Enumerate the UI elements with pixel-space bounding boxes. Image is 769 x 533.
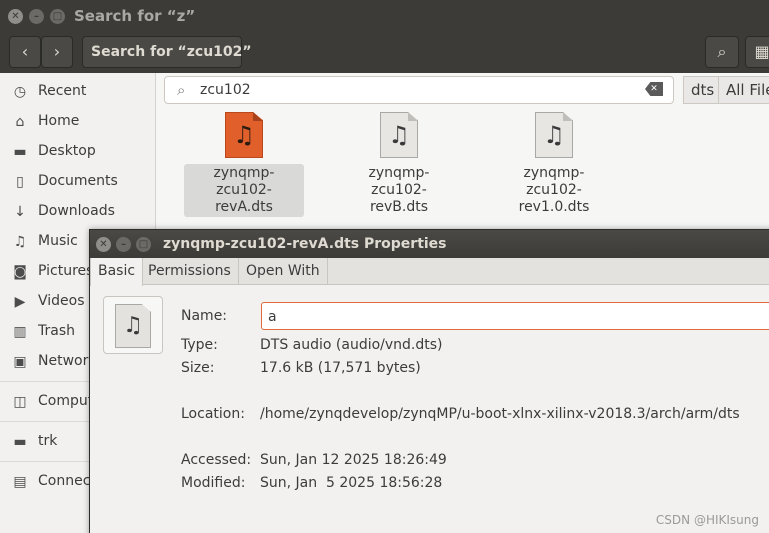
sidebar-item-recent[interactable]: ◷ Recent [0,78,156,106]
audio-file-icon: ♫ [115,304,151,348]
type-label: Type: [181,337,218,353]
drive-icon: ◫ [13,394,27,410]
video-icon: ▶ [14,294,26,310]
modified-value: Sun, Jan 5 2025 18:56:28 [260,475,443,491]
home-icon: ⌂ [15,114,25,130]
maximize-window-button[interactable]: □ [50,9,65,24]
watermark: CSDN @HIKIsung [655,513,759,527]
tab-open-with[interactable]: Open With [239,258,328,285]
name-field[interactable] [268,307,748,327]
audio-file-icon: ♫ [225,112,263,158]
search-input[interactable] [200,80,630,100]
audio-file-icon: ♫ [380,112,418,158]
music-icon: ♫ [13,234,27,250]
tab-basic[interactable]: Basic [90,258,144,286]
download-icon: ↓ [14,204,26,220]
sidebar-item-home[interactable]: ⌂ Home [0,108,156,136]
forward-button[interactable]: › [41,36,73,68]
file-name: zynqmp-zcu102- revA.dts [184,164,304,217]
audio-file-icon: ♫ [535,112,573,158]
dialog-title: zynqmp-zcu102-revA.dts Properties [163,236,447,252]
file-item[interactable]: ♫ zynqmp-zcu102- revA.dts [184,112,304,217]
search-icon: ⌕ [717,42,727,61]
file-manager-window: ✕ – □ Search for “z” ‹ › Search for “zcu… [0,0,769,533]
search-icon: ⌕ [177,81,186,99]
file-name: zynqmp-zcu102- revB.dts [368,165,430,215]
minimize-window-button[interactable]: – [29,9,44,24]
dialog-titlebar: ✕ – □ zynqmp-zcu102-revA.dts Properties [90,230,769,258]
filter-chip-dts[interactable]: dts [683,76,723,104]
close-window-button[interactable]: ✕ [8,9,23,24]
tab-bar: Basic Permissions Open With [90,258,769,286]
file-name: zynqmp-zcu102- rev1.0.dts [518,165,590,215]
file-icon-button[interactable]: ♫ [103,296,163,354]
file-item[interactable]: ♫ zynqmp-zcu102- rev1.0.dts [494,112,614,217]
grid-icon: ▦ [754,42,769,61]
toolbar: ‹ › Search for “zcu102” ⌕ ▦ [0,33,769,73]
server-icon: ▤ [13,474,27,490]
name-label: Name: [181,308,228,324]
location-value: /home/zynqdevelop/zynqMP/u-boot-xlnx-xil… [260,406,740,422]
path-bar-button[interactable]: Search for “zcu102” [82,36,252,68]
close-dialog-button[interactable]: ✕ [96,237,111,252]
titlebar: ✕ – □ Search for “z” [0,0,769,33]
folder-icon: ▬ [13,144,27,160]
size-label: Size: [181,360,215,376]
modified-label: Modified: [181,475,246,491]
minimize-dialog-button[interactable]: – [116,237,131,252]
camera-icon: ◙ [13,264,27,280]
maximize-dialog-button[interactable]: □ [136,237,151,252]
back-button[interactable]: ‹ [9,36,41,68]
search-bar: ⌕ ✕ [164,76,674,104]
tab-permissions[interactable]: Permissions [141,258,239,285]
file-item[interactable]: ♫ zynqmp-zcu102- revB.dts [339,112,459,217]
search-button[interactable]: ⌕ [705,36,739,68]
name-field-wrapper [261,302,769,330]
network-icon: ▣ [13,354,27,370]
sidebar-item-downloads[interactable]: ↓ Downloads [0,198,156,226]
location-label: Location: [181,406,245,422]
accessed-value: Sun, Jan 12 2025 18:26:49 [260,452,447,468]
size-value: 17.6 kB (17,571 bytes) [260,360,421,376]
properties-dialog: ✕ – □ zynqmp-zcu102-revA.dts Properties … [89,229,769,533]
trash-icon: ▥ [13,324,27,340]
document-icon: ▯ [16,174,24,190]
folder-icon: ▬ [13,434,27,450]
clock-icon: ◷ [13,84,27,100]
filter-chip-all-files[interactable]: All File [718,76,769,104]
sidebar-item-documents[interactable]: ▯ Documents [0,168,156,196]
chevron-left-icon: ‹ [21,42,29,61]
clear-search-icon[interactable]: ✕ [645,82,663,96]
sidebar-item-desktop[interactable]: ▬ Desktop [0,138,156,166]
window-title: Search for “z” [74,7,196,25]
accessed-label: Accessed: [181,452,252,468]
chevron-right-icon: › [53,42,61,61]
view-menu-button[interactable]: ▦ [745,36,769,68]
type-value: DTS audio (audio/vnd.dts) [260,337,443,353]
